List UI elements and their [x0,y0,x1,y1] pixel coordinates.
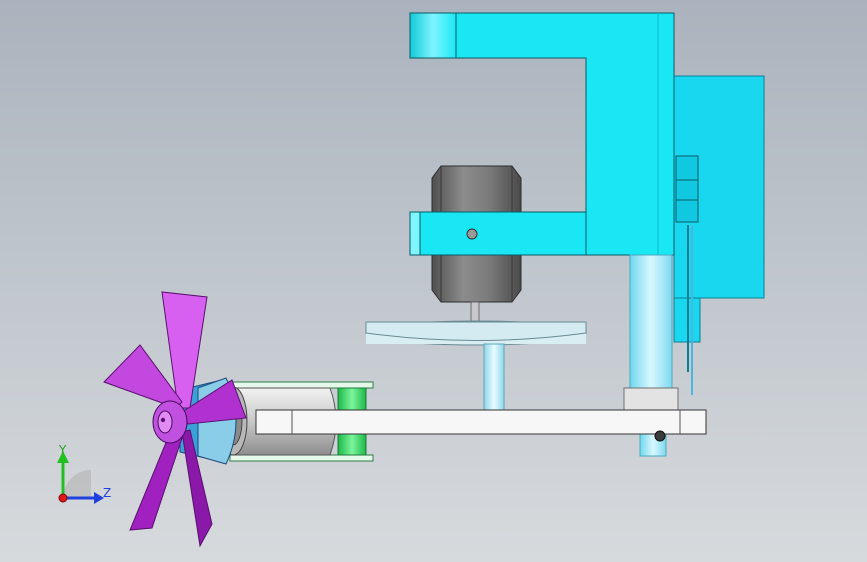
fan-hub-cap [157,410,173,434]
cad-viewport[interactable]: Y Z [0,0,867,562]
motor-shaft [470,301,480,323]
cylinder-bottom-rail [229,454,374,462]
z-axis-label: Z [103,486,111,500]
post-collar [623,387,679,411]
arm-bar [255,409,707,435]
post-column [629,254,673,391]
motor-clamp [419,211,587,256]
clamp-screw[interactable] [466,228,478,240]
arm-pivot-bolt[interactable] [654,430,666,442]
y-axis-label: Y [58,443,67,457]
turntable-shaft [483,343,505,411]
model-scene[interactable]: Y Z [0,0,867,562]
lower-hook-lip [409,211,421,256]
cylinder-top-rail [229,381,374,389]
triad-origin [58,493,68,503]
upper-hook [409,12,457,59]
side-bracket [675,155,699,223]
